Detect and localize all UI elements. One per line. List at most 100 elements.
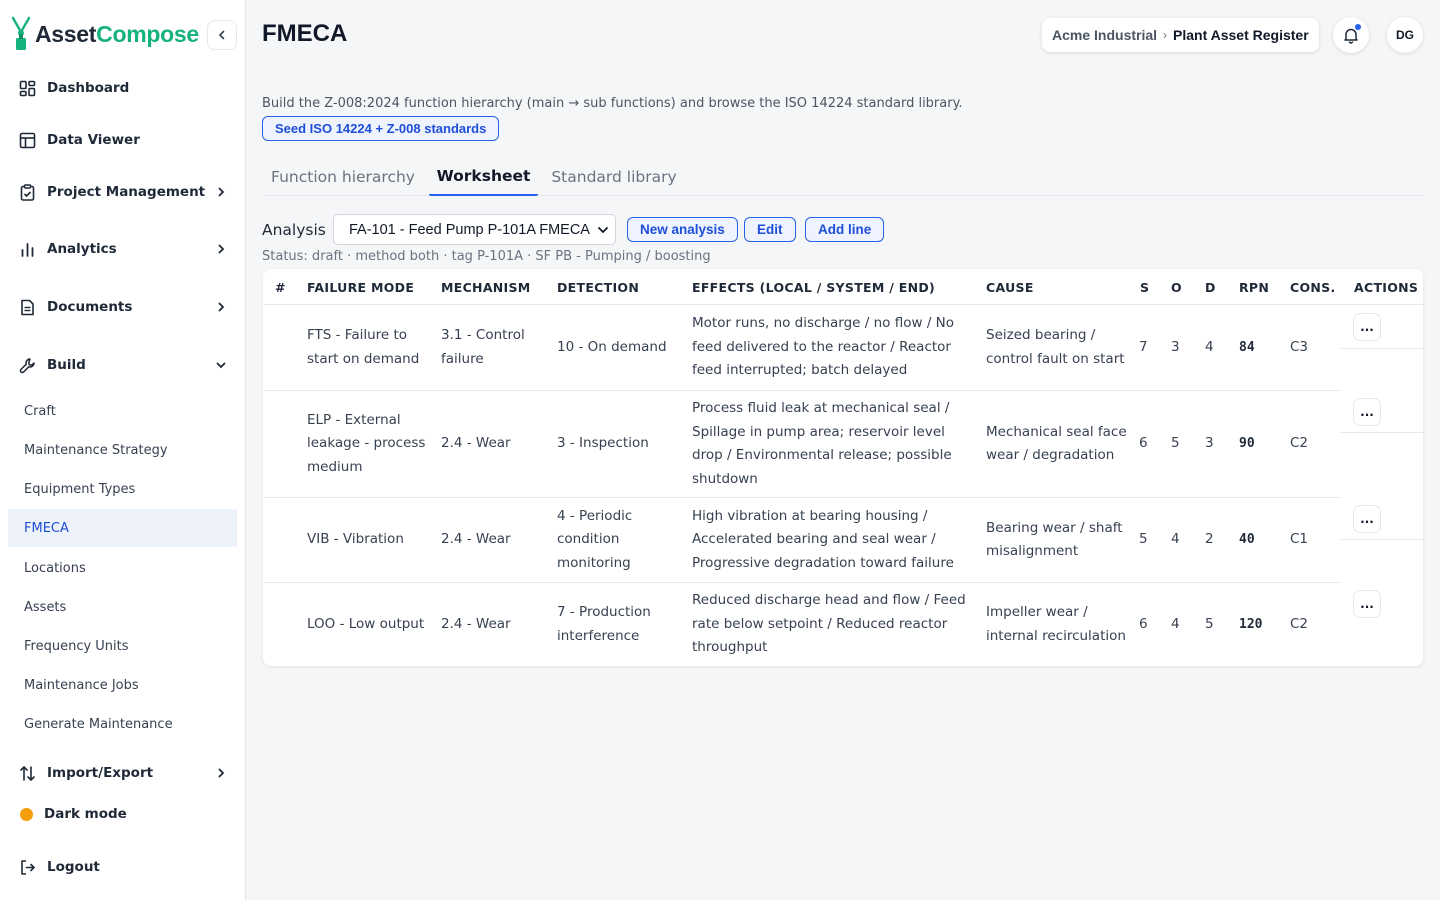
analysis-selected-value: FA-101 - Feed Pump P-101A FMECA [349,221,590,238]
column-header-severity: S [1140,279,1150,295]
row-actions-button[interactable]: ... [1353,313,1381,341]
column-header-rpn: RPN [1239,279,1270,295]
import-export-icon [18,764,36,782]
sidebar-item-fmeca[interactable]: FMECA [8,509,237,547]
sidebar-item-craft[interactable]: Craft [8,392,237,430]
sidebar-item-label: Project Management [47,184,206,200]
seed-standards-button[interactable]: Seed ISO 14224 + Z-008 standards [262,116,500,141]
page-description: Build the Z-008:2024 function hierarchy … [262,96,963,111]
detectability-cell: 2 [1205,531,1214,548]
sidebar-item-assets[interactable]: Assets [8,588,237,626]
tab-bar: Function hierarchy Worksheet Standard li… [262,158,1424,196]
row-actions-button[interactable]: ... [1353,590,1381,618]
detectability-cell: 3 [1205,435,1214,452]
sidebar-item-label: Data Viewer [47,132,140,148]
effects-cell: High vibration at bearing housing / Acce… [692,507,954,571]
cause-cell: Seized bearing / control fault on start [986,327,1125,367]
logo-text: AssetCompose [35,20,199,47]
sidebar-item-maintenance-jobs[interactable]: Maintenance Jobs [8,666,237,704]
column-header-detectability: D [1205,279,1216,295]
chevron-right-icon [213,241,229,257]
row-number [275,583,295,666]
cause-cell: Bearing wear / shaft misalignment [986,519,1123,560]
consequence-cell: C2 [1290,435,1309,452]
occurrence-cell: 4 [1171,615,1180,632]
row-divider [1341,539,1423,540]
severity-cell: 6 [1139,435,1148,452]
logo-icon [10,16,32,52]
row-number [275,498,295,582]
dashboard-icon [18,79,36,97]
mechanism-cell: 3.1 - Control failure [441,327,525,367]
sidebar-item-generate-maintenance[interactable]: Generate Maintenance [8,705,237,743]
chevron-right-icon [213,184,229,200]
new-analysis-button[interactable]: New analysis [627,217,738,242]
fmeca-table: # FAILURE MODE MECHANISM DETECTION EFFEC… [263,269,1423,666]
column-header-cause: CAUSE [986,279,1034,295]
sidebar-item-import-export[interactable]: Import/Export [8,753,237,793]
failure-mode-cell: ELP - External leakage - process medium [307,411,426,475]
page-title: FMECA [262,20,348,47]
mechanism-cell: 2.4 - Wear [441,435,511,452]
effects-cell: Motor runs, no discharge / no flow / No … [692,315,955,379]
detection-cell: 10 - On demand [557,338,667,355]
edit-button[interactable]: Edit [744,217,796,242]
row-actions-button[interactable]: ... [1353,398,1381,426]
column-header-effects: EFFECTS (LOCAL / SYSTEM / END) [692,279,936,295]
analysis-select[interactable]: FA-101 - Feed Pump P-101A FMECA [333,214,616,245]
sidebar-item-dashboard[interactable]: Dashboard [8,68,237,108]
occurrence-cell: 3 [1171,338,1180,355]
breadcrumb-org[interactable]: Acme Industrial [1052,27,1157,43]
tab-standard-library[interactable]: Standard library [546,158,682,196]
severity-cell: 5 [1139,531,1148,548]
logout-button[interactable]: Logout [8,847,237,887]
row-number [275,391,295,497]
detection-cell: 4 - Periodic condition monitoring [557,507,633,571]
sidebar-item-label: Import/Export [47,765,154,781]
sidebar-item-equipment-types[interactable]: Equipment Types [8,470,237,508]
sidebar-item-project-management[interactable]: Project Management [8,172,237,212]
notification-badge [1355,24,1361,30]
column-header-failure-mode: FAILURE MODE [307,279,415,295]
breadcrumb[interactable]: Acme Industrial › Plant Asset Register [1042,18,1319,52]
dark-mode-toggle[interactable]: Dark mode [8,794,237,834]
table-icon [18,131,36,149]
sidebar-item-documents[interactable]: Documents [8,287,237,327]
sidebar-item-label: Build [47,357,86,373]
clipboard-icon [18,183,36,201]
chevron-right-icon [213,765,229,781]
sidebar-item-frequency-units[interactable]: Frequency Units [8,627,237,665]
column-header-number: # [275,279,286,295]
add-line-button[interactable]: Add line [805,217,885,242]
analysis-label: Analysis [262,221,326,239]
row-divider [1341,432,1423,433]
detection-cell: 7 - Production interference [557,604,651,644]
detection-cell: 3 - Inspection [557,435,649,452]
mechanism-cell: 2.4 - Wear [441,615,511,632]
breadcrumb-register[interactable]: Plant Asset Register [1173,27,1309,43]
occurrence-cell: 4 [1171,531,1180,548]
sidebar-item-maintenance-strategy[interactable]: Maintenance Strategy [8,431,237,469]
effects-cell: Process fluid leak at mechanical seal / … [692,400,952,487]
consequence-cell: C1 [1290,531,1309,548]
sidebar-item-analytics[interactable]: Analytics [8,229,237,269]
sidebar-item-label: Analytics [47,241,117,257]
mechanism-cell: 2.4 - Wear [441,531,511,548]
logo[interactable]: AssetCompose [10,16,199,52]
sidebar: AssetCompose Dashboard Data Viewer Proje… [0,0,246,900]
tab-function-hierarchy[interactable]: Function hierarchy [262,158,424,196]
collapse-sidebar-button[interactable] [207,20,237,50]
sidebar-item-build[interactable]: Build [8,345,237,385]
row-actions-button[interactable]: ... [1353,505,1381,533]
sidebar-item-data-viewer[interactable]: Data Viewer [8,120,237,160]
effects-cell: Reduced discharge head and flow / Feed r… [692,592,966,656]
sidebar-item-label: Dashboard [47,80,130,96]
tab-worksheet[interactable]: Worksheet [429,158,538,196]
breadcrumb-separator: › [1163,28,1168,42]
row-number [275,305,295,390]
notifications-button[interactable] [1333,17,1369,53]
detectability-cell: 4 [1205,338,1214,355]
row-divider [1341,348,1423,349]
sidebar-item-locations[interactable]: Locations [8,549,237,587]
avatar[interactable]: DG [1387,17,1423,53]
